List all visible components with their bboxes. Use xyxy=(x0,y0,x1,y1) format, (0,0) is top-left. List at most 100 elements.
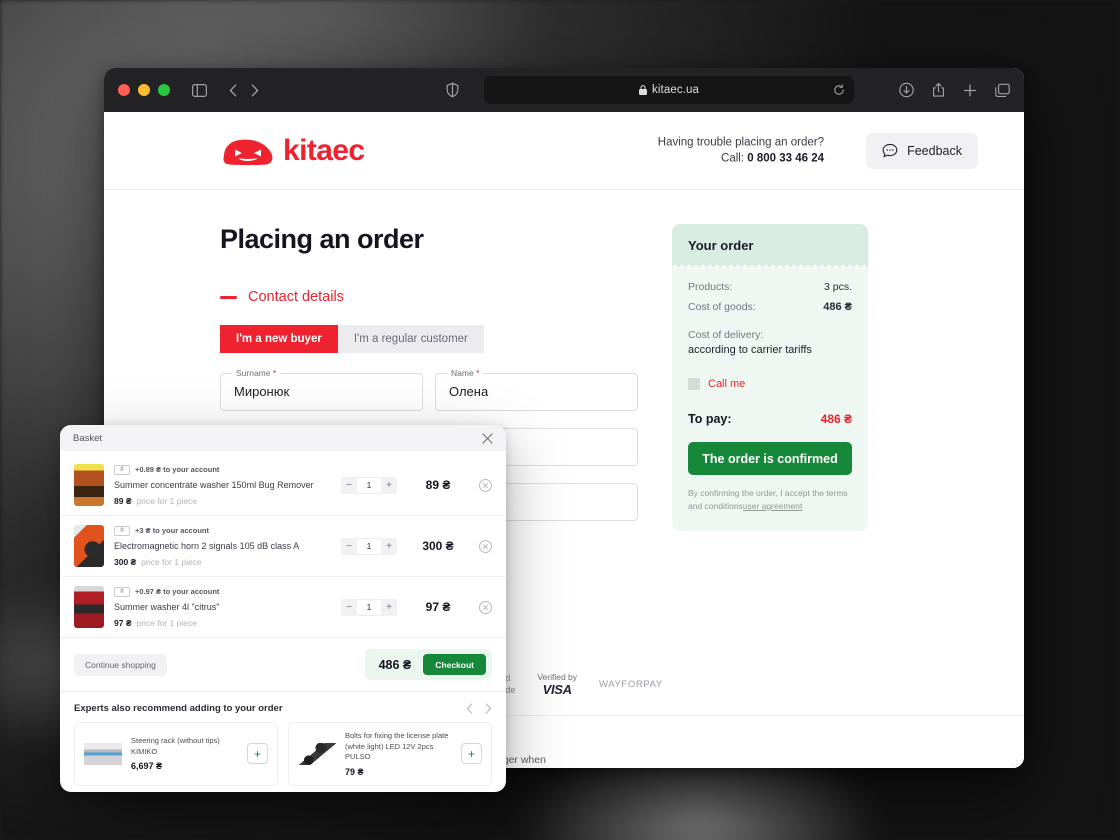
call-me-checkbox-row[interactable]: Call me xyxy=(688,378,852,390)
chevron-right-icon[interactable] xyxy=(485,703,492,714)
share-icon[interactable] xyxy=(932,82,945,98)
basket-item-name[interactable]: Summer concentrate washer 150ml Bug Remo… xyxy=(114,480,331,490)
cost-of-goods-label: Cost of goods: xyxy=(688,301,756,313)
new-tab-icon[interactable] xyxy=(963,83,977,97)
basket-item-info: ₴ +0.89 ₴ to your account Summer concent… xyxy=(114,464,331,506)
add-to-cart-button[interactable]: + xyxy=(247,743,268,765)
browser-toolbar: kitaec.ua xyxy=(104,68,1024,112)
products-value: 3 pcs. xyxy=(823,281,852,293)
list-item[interactable]: Bolts for fixing the license plate (whit… xyxy=(288,722,492,786)
basket-footer: Continue shopping 486 ₴ Checkout xyxy=(60,638,506,692)
table-row: ₴ +0.89 ₴ to your account Summer concent… xyxy=(60,455,506,516)
your-order-card: Your order Products: 3 pcs. Cost of good… xyxy=(672,224,868,531)
bonus-coin-icon: ₴ xyxy=(114,586,130,597)
section-title: Contact details xyxy=(248,289,344,305)
order-summary-column: Your order Products: 3 pcs. Cost of good… xyxy=(672,224,868,539)
products-row: Products: 3 pcs. xyxy=(688,281,852,293)
tab-new-buyer[interactable]: I'm a new buyer xyxy=(220,325,338,353)
address-bar[interactable]: kitaec.ua xyxy=(484,76,854,104)
surname-label: Surname * xyxy=(232,368,281,378)
recommendation-name: Bolts for fixing the license plate (whit… xyxy=(345,731,449,761)
decrease-quantity-button[interactable]: − xyxy=(341,598,357,616)
basket-modal: Basket ₴ +0.89 ₴ to your account Summer … xyxy=(60,425,506,792)
remove-item-icon[interactable] xyxy=(479,600,492,614)
delivery-cost-label: Cost of delivery: xyxy=(688,329,764,341)
recommendations-nav xyxy=(466,703,492,714)
recommendation-price: 79 ₴ xyxy=(345,766,364,777)
your-order-body: Products: 3 pcs. Cost of goods: 486 ₴ Co… xyxy=(672,265,868,531)
decrease-quantity-button[interactable]: − xyxy=(341,476,357,494)
tab-overview-icon[interactable] xyxy=(995,83,1010,97)
feedback-label: Feedback xyxy=(907,143,962,158)
basket-item-list: ₴ +0.89 ₴ to your account Summer concent… xyxy=(60,451,506,638)
page-title: Placing an order xyxy=(220,224,424,254)
bonus-text: +0.89 ₴ to your account xyxy=(135,465,220,474)
quantity-value[interactable]: 1 xyxy=(357,537,381,555)
user-agreement-link[interactable]: user agreement xyxy=(743,501,803,511)
support-phone[interactable]: 0 800 33 46 24 xyxy=(747,153,824,165)
lock-icon xyxy=(639,85,648,95)
unit-price-note: price for 1 piece xyxy=(141,556,202,567)
quantity-value[interactable]: 1 xyxy=(357,598,381,616)
maximize-window-button[interactable] xyxy=(158,84,170,96)
add-to-cart-button[interactable]: + xyxy=(461,743,482,765)
site-logo[interactable]: kitaec xyxy=(220,134,365,168)
bonus-coin-icon: ₴ xyxy=(114,525,130,536)
bonus-row: ₴ +0.97 ₴ to your account xyxy=(114,586,331,597)
to-pay-label: To pay: xyxy=(688,412,732,426)
help-call-line: Call: 0 800 33 46 24 xyxy=(658,151,824,168)
bonus-text: +3 ₴ to your account xyxy=(135,526,209,535)
electromagnetic-horn-thumb xyxy=(74,525,104,567)
close-icon[interactable] xyxy=(482,432,493,444)
help-block: Having trouble placing an order? Call: 0… xyxy=(658,134,824,167)
name-field[interactable]: Name * Олена xyxy=(435,368,638,411)
unit-price-note: price for 1 piece xyxy=(136,617,197,628)
reload-icon[interactable] xyxy=(833,84,845,96)
feedback-button[interactable]: Feedback xyxy=(866,132,978,169)
sidebar-toggle-icon[interactable] xyxy=(192,83,207,97)
quantity-stepper: − 1 + xyxy=(341,537,397,555)
remove-item-icon[interactable] xyxy=(479,539,492,553)
name-fields-row: Surname * Миронюк Name * Олена xyxy=(220,368,638,411)
basket-item-info: ₴ +3 ₴ to your account Electromagnetic h… xyxy=(114,525,331,567)
summer-washer-canister-thumb xyxy=(74,586,104,628)
delivery-cost-value: according to carrier tariffs xyxy=(688,344,812,356)
increase-quantity-button[interactable]: + xyxy=(381,537,397,555)
continue-shopping-button[interactable]: Continue shopping xyxy=(74,653,167,676)
bonus-coin-icon: ₴ xyxy=(114,464,130,475)
quantity-stepper: − 1 + xyxy=(341,598,397,616)
basket-checkout-group: 486 ₴ Checkout xyxy=(364,649,492,680)
surname-field[interactable]: Surname * Миронюк xyxy=(220,368,423,411)
downloads-icon[interactable] xyxy=(899,82,914,98)
basket-item-name[interactable]: Electromagnetic horn 2 signals 105 dB cl… xyxy=(114,541,331,551)
chevron-left-icon[interactable] xyxy=(466,703,473,714)
contact-details-section-header: Contact details xyxy=(220,289,638,305)
site-header: kitaec Having trouble placing an order? … xyxy=(104,112,1024,190)
call-me-checkbox[interactable] xyxy=(688,378,700,390)
quantity-value[interactable]: 1 xyxy=(357,476,381,494)
forward-arrow-icon[interactable] xyxy=(251,84,259,97)
checkout-button[interactable]: Checkout xyxy=(423,654,486,675)
visa-wordmark: VISA xyxy=(542,682,572,697)
call-prefix: Call: xyxy=(721,152,748,165)
basket-modal-header: Basket xyxy=(60,425,506,451)
remove-item-icon[interactable] xyxy=(479,478,492,492)
recommendation-name: Steering rack (without tips) KIMIKO xyxy=(131,736,220,756)
increase-quantity-button[interactable]: + xyxy=(381,476,397,494)
back-arrow-icon[interactable] xyxy=(229,84,237,97)
tab-regular-customer[interactable]: I'm a regular customer xyxy=(337,325,484,353)
close-window-button[interactable] xyxy=(118,84,130,96)
decrease-quantity-button[interactable]: − xyxy=(341,537,357,555)
table-row: ₴ +3 ₴ to your account Electromagnetic h… xyxy=(60,516,506,577)
confirm-order-button[interactable]: The order is confirmed xyxy=(688,442,852,475)
toolbar-right-actions xyxy=(899,82,1010,98)
basket-item-line-price: 89 ₴ xyxy=(425,478,451,492)
minimize-window-button[interactable] xyxy=(138,84,150,96)
surname-value: Миронюк xyxy=(234,384,290,399)
privacy-shield-icon[interactable] xyxy=(446,82,459,98)
list-item[interactable]: Steering rack (without tips) KIMIKO 6,69… xyxy=(74,722,278,786)
terms-text: By confirming the order, I accept the te… xyxy=(688,487,852,513)
basket-item-name[interactable]: Summer washer 4l "citrus" xyxy=(114,602,331,612)
increase-quantity-button[interactable]: + xyxy=(381,598,397,616)
kitaec-car-logo xyxy=(220,134,276,168)
